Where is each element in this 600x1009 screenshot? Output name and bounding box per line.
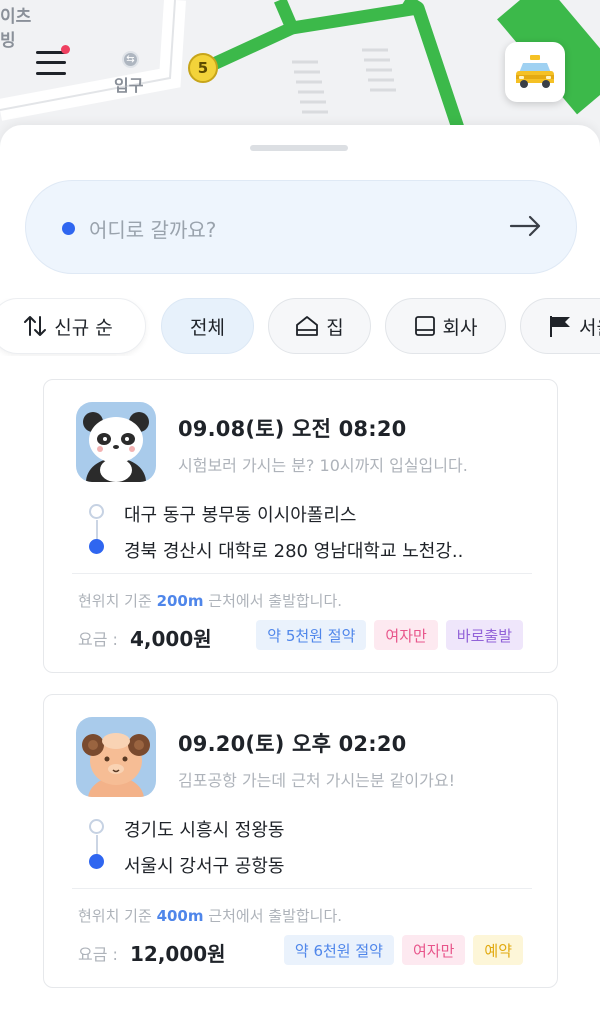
map-exit-label: 입구 xyxy=(114,76,144,95)
tag-saving: 약 6천원 절약 xyxy=(283,935,394,965)
sort-arrows-icon xyxy=(23,315,47,337)
trip-tags: 약 6천원 절약 여자만 예약 xyxy=(283,935,523,965)
destination-dot-icon xyxy=(89,539,104,554)
trip-destination: 서울시 강서구 공항동 xyxy=(124,856,285,877)
chip-seoul-label: 서울 xyxy=(579,316,600,339)
chip-office[interactable]: 회사 xyxy=(385,298,506,354)
trip-destination: 경북 경산시 대학로 280 영남대학교 노천강.. xyxy=(124,541,464,562)
destination-dot-icon xyxy=(89,854,104,869)
chip-seoul[interactable]: 서울 xyxy=(520,298,600,354)
trip-fare: 4,000원 xyxy=(130,627,212,651)
map-label-top2: 빙 xyxy=(0,31,16,51)
subway-line-badge: 5 xyxy=(188,53,218,83)
chip-home[interactable]: 집 xyxy=(268,298,371,354)
sheet-drag-handle[interactable] xyxy=(250,145,348,151)
chip-all[interactable]: 전체 xyxy=(161,298,254,354)
trip-datetime: 09.08(토) 오전 08:20 xyxy=(178,417,407,441)
destination-search[interactable]: 어디로 갈까요? xyxy=(25,180,577,274)
card-divider xyxy=(72,573,532,574)
avatar-panda xyxy=(76,402,156,482)
trip-card[interactable]: 09.08(토) 오전 08:20 시험보러 가시는 분? 10시까지 입실입니… xyxy=(43,379,558,673)
trip-distance: 현위치 기준 200m 근처에서 출발합니다. xyxy=(78,592,343,610)
chip-office-label: 회사 xyxy=(442,316,478,339)
flag-icon xyxy=(548,314,572,338)
office-icon xyxy=(414,315,436,337)
exit-icon: ⇆ xyxy=(122,51,139,68)
avatar-ram xyxy=(76,717,156,797)
trip-datetime: 09.20(토) 오후 02:20 xyxy=(178,732,407,756)
trip-memo: 시험보러 가시는 분? 10시까지 입실입니다. xyxy=(178,456,468,475)
tag-depart-now: 바로출발 xyxy=(445,620,523,650)
sort-label: 신규 순 xyxy=(54,316,113,339)
home-icon xyxy=(295,315,319,337)
notification-dot xyxy=(61,45,70,54)
sort-button[interactable]: 신규 순 xyxy=(0,298,146,354)
menu-button[interactable] xyxy=(30,42,74,86)
tag-saving: 약 5천원 절약 xyxy=(256,620,367,650)
distance-value: 200m xyxy=(156,592,204,610)
trip-memo: 김포공항 가는데 근처 가시는분 같이가요! xyxy=(178,771,455,790)
trip-origin: 경기도 시흥시 정왕동 xyxy=(124,820,285,841)
fare-label: 요금 : xyxy=(78,630,118,649)
tag-women-only: 여자만 xyxy=(401,935,466,965)
search-placeholder: 어디로 갈까요? xyxy=(89,218,217,242)
fare-label: 요금 : xyxy=(78,945,118,964)
filter-chips: 신규 순 전체 집 회사 서울 xyxy=(0,298,600,356)
trip-origin: 대구 동구 봉무동 이시아폴리스 xyxy=(124,505,357,526)
map-label-top: 이츠 xyxy=(0,7,32,27)
origin-dot-icon xyxy=(89,504,104,519)
origin-dot-icon xyxy=(89,819,104,834)
distance-value: 400m xyxy=(156,907,204,925)
chip-home-label: 집 xyxy=(326,316,344,339)
trip-card[interactable]: 09.20(토) 오후 02:20 김포공항 가는데 근처 가시는분 같이가요!… xyxy=(43,694,558,988)
location-dot-icon xyxy=(62,222,75,235)
tag-women-only: 여자만 xyxy=(374,620,438,650)
taxi-button[interactable] xyxy=(505,42,565,102)
card-divider xyxy=(72,888,532,889)
trip-distance: 현위치 기준 400m 근처에서 출발합니다. xyxy=(78,907,343,925)
tag-reservation: 예약 xyxy=(473,935,523,965)
chip-all-label: 전체 xyxy=(190,316,225,339)
arrow-right-icon[interactable] xyxy=(508,211,544,241)
trip-fare: 12,000원 xyxy=(130,942,226,966)
trip-tags: 약 5천원 절약 여자만 바로출발 xyxy=(256,620,523,650)
taxi-icon xyxy=(516,55,554,88)
